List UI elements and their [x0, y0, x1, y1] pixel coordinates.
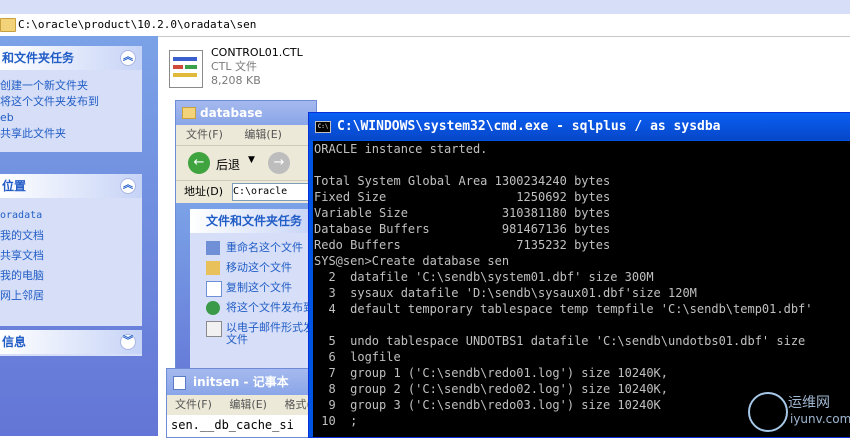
file-details[interactable]: CONTROL01.CTL CTL 文件 8,208 KB [211, 46, 303, 88]
notepad-window[interactable]: initsen - 记事本 文件(F) 编辑(E) 格式(O) sen.__db… [166, 368, 318, 438]
console-line: Database Buffers 981467136 bytes [314, 222, 611, 236]
file-folder-tasks-panel: 和文件夹任务 ︽ 创建一个新文件夹 将这个文件夹发布到 eb 共享此文件夹 [0, 46, 142, 152]
menu-bar: 文件(F) 编辑(E) [176, 125, 316, 146]
back-arrow-icon[interactable]: ← [188, 152, 210, 174]
panel-title[interactable]: 文件和文件夹任务 [190, 209, 316, 233]
place-shared-documents[interactable]: 共享文档 [0, 246, 142, 266]
collapse-chevron-icon[interactable]: ︽ [120, 50, 136, 66]
forward-arrow-icon[interactable]: → [268, 152, 290, 174]
globe-icon [206, 301, 220, 315]
notepad-icon [173, 376, 186, 390]
address-row: 地址(D) C:\oracle [176, 181, 318, 204]
console-line: SYS@sen>Create database sen [314, 254, 510, 268]
explorer-title-strip [0, 0, 850, 14]
cmd-titlebar[interactable]: C:\ C:\WINDOWS\system32\cmd.exe - sqlplu… [309, 113, 850, 140]
notepad-text[interactable]: sen.__db_cache_si [167, 415, 317, 435]
console-line: Fixed Size 1250692 bytes [314, 190, 611, 204]
console-line: 3 sysaux datafile 'D:\sendb\sysaux01.dbf… [314, 286, 697, 300]
console-line: Variable Size 310381180 bytes [314, 206, 611, 220]
other-places-panel: 位置 ︽ oradata 我的文档 共享文档 我的电脑 网上邻居 [0, 174, 142, 326]
panel-title: 和文件夹任务 [2, 51, 75, 65]
place-network[interactable]: 网上邻居 [0, 286, 142, 306]
toolbar: ← 后退 ▼ → [176, 146, 316, 181]
panel-header-details[interactable]: 信息 ︾ [0, 330, 142, 354]
explorer-address-bar[interactable]: C:\oracle\product\10.2.0\oradata\sen [0, 14, 850, 37]
place-my-computer[interactable]: 我的电脑 [0, 266, 142, 286]
panel-header-tasks[interactable]: 和文件夹任务 ︽ [0, 46, 142, 70]
file-name: CONTROL01.CTL [211, 46, 303, 59]
console-line: 5 undo tablespace UNDOTBS1 datafile 'C:\… [314, 334, 806, 348]
menu-file[interactable]: 文件(F) [175, 398, 212, 411]
back-label[interactable]: 后退 [216, 156, 240, 173]
task-share-folder[interactable]: 共享此文件夹 [0, 126, 142, 142]
menu-file[interactable]: 文件(F) [186, 128, 223, 141]
menu-edit[interactable]: 编辑(E) [244, 128, 282, 141]
notepad-menu-bar: 文件(F) 编辑(E) 格式(O) [167, 395, 317, 415]
task-move-file[interactable]: 移动这个文件 [190, 261, 325, 281]
database-window-titlebar[interactable]: database [176, 101, 316, 125]
collapse-chevron-icon[interactable]: ︽ [120, 178, 136, 194]
watermark-logo: 运维网 iyunv.com [748, 390, 850, 434]
panel-title: 信息 [2, 335, 27, 349]
ctl-file-icon[interactable] [169, 50, 203, 88]
console-line: 7 group 1 ('C:\sendb\redo01.log') size 1… [314, 366, 669, 380]
task-publish-file[interactable]: 将这个文件发布到 [190, 301, 325, 321]
console-line: 6 logfile [314, 350, 401, 364]
window-title: C:\WINDOWS\system32\cmd.exe - sqlplus / … [337, 119, 721, 134]
copy-icon [206, 281, 222, 297]
task-email-file-cont[interactable]: 文件 [190, 333, 325, 353]
place-my-documents[interactable]: 我的文档 [0, 226, 142, 246]
panel-title: 位置 [2, 179, 27, 193]
back-dropdown-icon[interactable]: ▼ [248, 155, 255, 165]
rename-icon [206, 241, 220, 255]
address-input[interactable]: C:\oracle [232, 183, 318, 201]
panel-header-places[interactable]: 位置 ︽ [0, 174, 142, 198]
file-type: CTL 文件 [211, 60, 258, 73]
console-line: 2 datafile 'C:\sendb\system01.dbf' size … [314, 270, 654, 284]
console-line: Redo Buffers 7135232 bytes [314, 238, 611, 252]
explorer-task-pane: 和文件夹任务 ︽ 创建一个新文件夹 将这个文件夹发布到 eb 共享此文件夹 位置… [0, 36, 158, 436]
folder-icon [182, 107, 196, 119]
notepad-titlebar[interactable]: initsen - 记事本 [167, 369, 317, 395]
address-path: C:\oracle\product\10.2.0\oradata\sen [18, 18, 257, 31]
database-explorer-window[interactable]: database 文件(F) 编辑(E) ← 后退 ▼ → 地址(D) C:\o… [175, 100, 325, 402]
menu-edit[interactable]: 编辑(E) [229, 398, 267, 411]
task-rename-file[interactable]: 重命名这个文件 [190, 241, 325, 261]
task-new-folder[interactable]: 创建一个新文件夹 [0, 78, 142, 94]
details-panel: 信息 ︾ [0, 330, 142, 356]
expand-chevron-icon[interactable]: ︾ [120, 334, 136, 350]
console-line: Total System Global Area 1300234240 byte… [314, 174, 611, 188]
console-icon: C:\ [315, 121, 331, 133]
window-title: initsen - 记事本 [193, 375, 289, 389]
console-line: ORACLE instance started. [314, 142, 488, 156]
file-size: 8,208 KB [211, 74, 261, 87]
folder-icon [0, 18, 16, 32]
window-title: database [200, 106, 263, 120]
move-icon [206, 261, 220, 275]
watermark-circle-icon [748, 392, 788, 432]
task-publish-folder-web[interactable]: eb [0, 110, 142, 126]
task-copy-file[interactable]: 复制这个文件 [190, 281, 325, 301]
task-publish-folder[interactable]: 将这个文件夹发布到 [0, 94, 142, 110]
address-label: 地址(D) [184, 185, 224, 198]
place-oradata[interactable]: oradata [0, 206, 142, 226]
console-line: 4 default temporary tablespace temp temp… [314, 302, 813, 316]
